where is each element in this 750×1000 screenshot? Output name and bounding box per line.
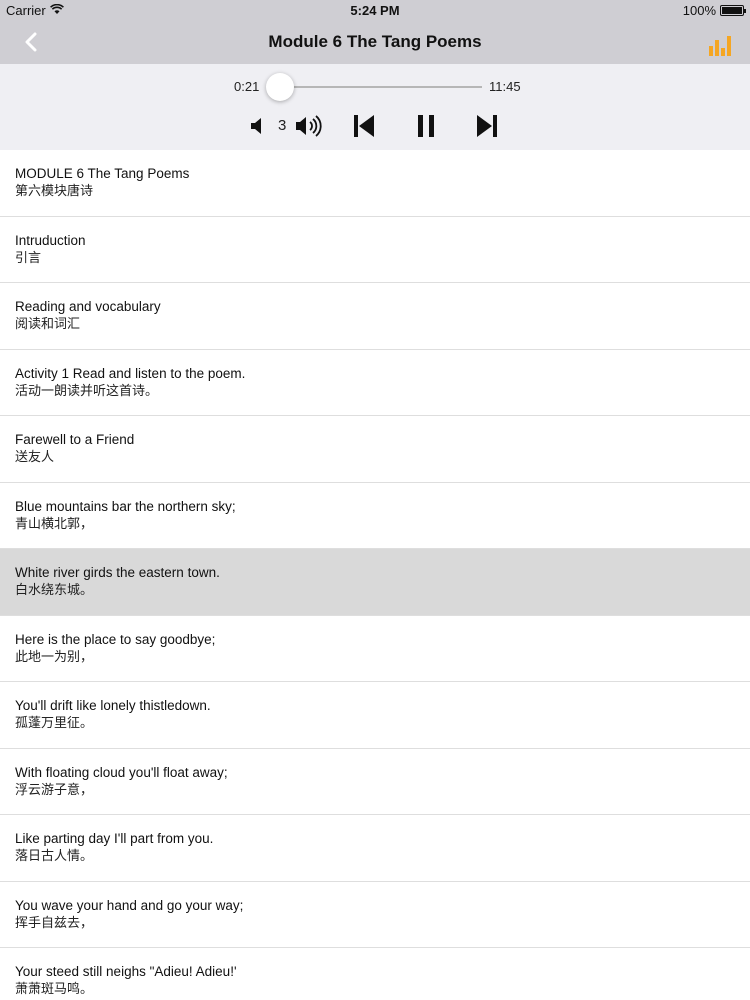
next-track-button[interactable] (473, 112, 501, 140)
english-sentence: Like parting day I'll part from you. (15, 831, 214, 846)
slider-thumb[interactable] (266, 73, 295, 101)
status-bar: Carrier 5:24 PM 100% (0, 0, 750, 20)
english-sentence: Intruduction (15, 232, 86, 248)
english-sentence: Farewell to a Friend (15, 432, 135, 447)
navigation-bar: Module 6 The Tang Poems (0, 20, 750, 64)
english-sentence: With floating cloud you'll float away; (15, 764, 228, 780)
progress-slider[interactable] (266, 73, 482, 101)
chinese-translation: 落日古人情。 (15, 848, 94, 863)
english-sentence: White river girds the eastern town. (15, 565, 220, 580)
chinese-translation: 孤蓬万里征。 (15, 715, 94, 730)
list-item[interactable]: Activity 1 Read and listen to the poem. 活… (0, 350, 750, 416)
english-sentence: Your steed still neighs "Adieu! Adieu!' (15, 964, 237, 979)
previous-track-button[interactable] (350, 112, 378, 140)
slider-track (268, 86, 482, 88)
list-item[interactable]: MODULE 6 The Tang Poems 第六模块唐诗 (0, 150, 750, 217)
english-sentence: You wave your hand and go your way; (15, 897, 244, 913)
speaker-low-icon (251, 118, 261, 134)
chinese-translation: 引言 (15, 249, 42, 265)
list-item[interactable]: Intruduction 引言 (0, 217, 750, 283)
english-sentence: MODULE 6 The Tang Poems (15, 166, 190, 181)
chinese-translation: 活动一朗读并听这首诗。 (15, 382, 159, 398)
list-item[interactable]: Your steed still neighs "Adieu! Adieu!' 萧… (0, 948, 750, 1000)
english-sentence: Reading and vocabulary (15, 299, 161, 314)
chinese-translation: 挥手自兹去， (15, 914, 94, 930)
audio-player: 0:21 11:45 3 (0, 64, 750, 150)
list-item[interactable]: White river girds the eastern town. 白水绕东城… (0, 549, 750, 616)
volume-up-button[interactable] (293, 113, 327, 139)
pause-button[interactable] (412, 112, 440, 140)
list-item[interactable]: Farewell to a Friend 送友人 (0, 416, 750, 483)
english-sentence: You'll drift like lonely thistledown. (15, 698, 211, 713)
current-time-label: 0:21 (234, 79, 260, 94)
skip-forward-icon (477, 115, 497, 137)
sentence-list: MODULE 6 The Tang Poems 第六模块唐诗 Intruductio… (0, 150, 750, 1000)
english-sentence: Activity 1 Read and listen to the poem. (15, 365, 246, 381)
list-item[interactable]: You wave your hand and go your way; 挥手自兹去… (0, 882, 750, 948)
status-time: 5:24 PM (350, 3, 400, 18)
chinese-translation: 萧萧斑马鸣。 (15, 981, 94, 996)
status-right: 100% (682, 3, 746, 18)
battery-label: 100% (682, 3, 716, 18)
pause-icon (418, 115, 434, 137)
list-item[interactable]: With floating cloud you'll float away; 浮云… (0, 749, 750, 815)
chinese-translation: 第六模块唐诗 (15, 183, 94, 198)
volume-level: 3 (278, 117, 287, 134)
total-time-label: 11:45 (489, 79, 521, 94)
bar-chart-icon (709, 36, 731, 56)
chinese-translation: 此地一为别， (15, 648, 94, 664)
chinese-translation: 送友人 (15, 449, 55, 464)
battery-icon (720, 5, 746, 16)
page-title: Module 6 The Tang Poems (268, 32, 482, 51)
playback-controls: 3 (0, 108, 750, 144)
volume-down-button[interactable] (246, 115, 268, 137)
english-sentence: Blue mountains bar the northern sky; (15, 498, 236, 514)
speaker-high-icon (296, 115, 322, 137)
chinese-translation: 阅读和词汇 (15, 316, 81, 331)
chinese-translation: 白水绕东城。 (15, 582, 94, 597)
list-item[interactable]: Blue mountains bar the northern sky; 青山横北… (0, 483, 750, 549)
chinese-translation: 青山横北郭， (15, 515, 94, 531)
chinese-translation: 浮云游子意， (15, 781, 94, 797)
list-item[interactable]: Like parting day I'll part from you. 落日古人… (0, 815, 750, 882)
list-item[interactable]: You'll drift like lonely thistledown. 孤蓬万… (0, 682, 750, 749)
list-item[interactable]: Here is the place to say goodbye; 此地一为别， (0, 616, 750, 682)
english-sentence: Here is the place to say goodbye; (15, 631, 216, 647)
skip-back-icon (354, 115, 374, 137)
list-item[interactable]: Reading and vocabulary 阅读和词汇 (0, 283, 750, 350)
equalizer-button[interactable] (706, 28, 736, 56)
